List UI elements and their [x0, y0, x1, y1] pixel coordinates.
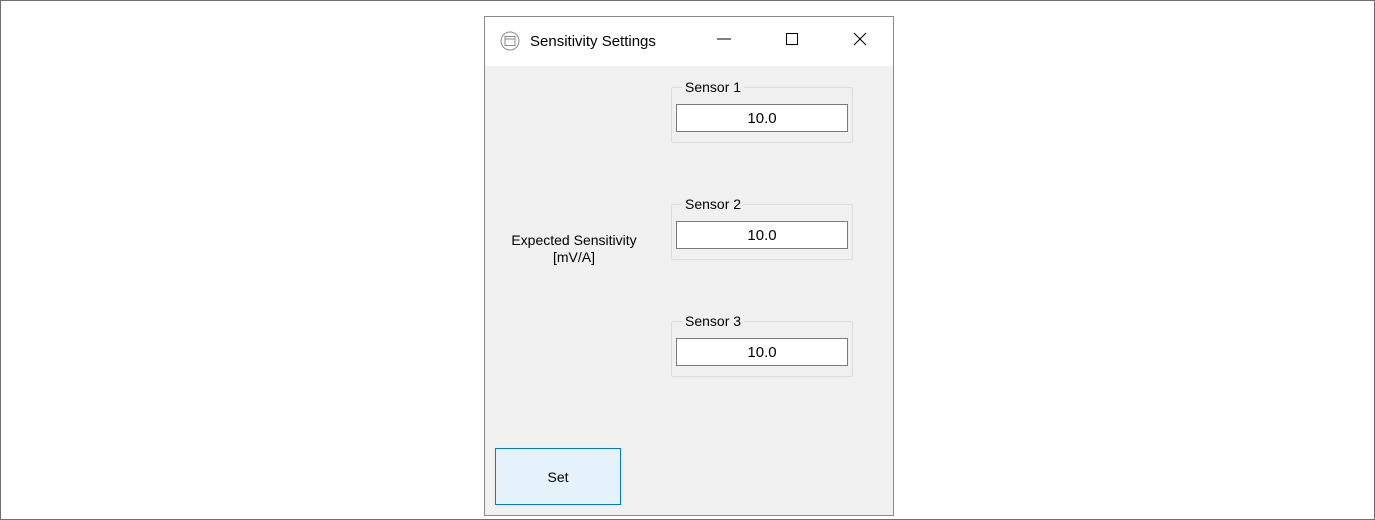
- maximize-icon: [784, 31, 800, 52]
- title-bar[interactable]: Sensitivity Settings: [485, 17, 893, 66]
- app-window-icon: [500, 31, 520, 51]
- sensor-3-group: Sensor 3: [671, 312, 853, 377]
- minimize-button[interactable]: [697, 17, 751, 66]
- close-button[interactable]: [833, 17, 887, 66]
- sensor-2-title: Sensor 2: [682, 195, 745, 213]
- sensor-1-group: Sensor 1: [671, 78, 853, 143]
- sensor-3-value-input[interactable]: [676, 338, 848, 366]
- unit-text: [mV/A]: [552, 249, 595, 265]
- maximize-button[interactable]: [765, 17, 819, 66]
- desktop-canvas: Sensitivity Settings Expected Sensitivit…: [0, 0, 1375, 520]
- window-client-area: Expected Sensitivity [mV/A] Sensor 1 Sen…: [485, 66, 893, 515]
- sensor-3-title: Sensor 3: [682, 312, 745, 330]
- sensor-2-value-input[interactable]: [676, 221, 848, 249]
- expected-sensitivity-text: Expected Sensitivity: [511, 232, 637, 248]
- sensor-1-title: Sensor 1: [682, 78, 745, 96]
- sensor-1-value-input[interactable]: [676, 104, 848, 132]
- expected-sensitivity-label: Expected Sensitivity [mV/A]: [489, 232, 659, 266]
- sensitivity-settings-window: Sensitivity Settings Expected Sensitivit…: [484, 16, 894, 516]
- minimize-icon: [716, 31, 732, 52]
- set-button[interactable]: Set: [495, 448, 621, 505]
- close-icon: [852, 31, 868, 52]
- window-title: Sensitivity Settings: [530, 33, 656, 50]
- sensor-2-group: Sensor 2: [671, 195, 853, 260]
